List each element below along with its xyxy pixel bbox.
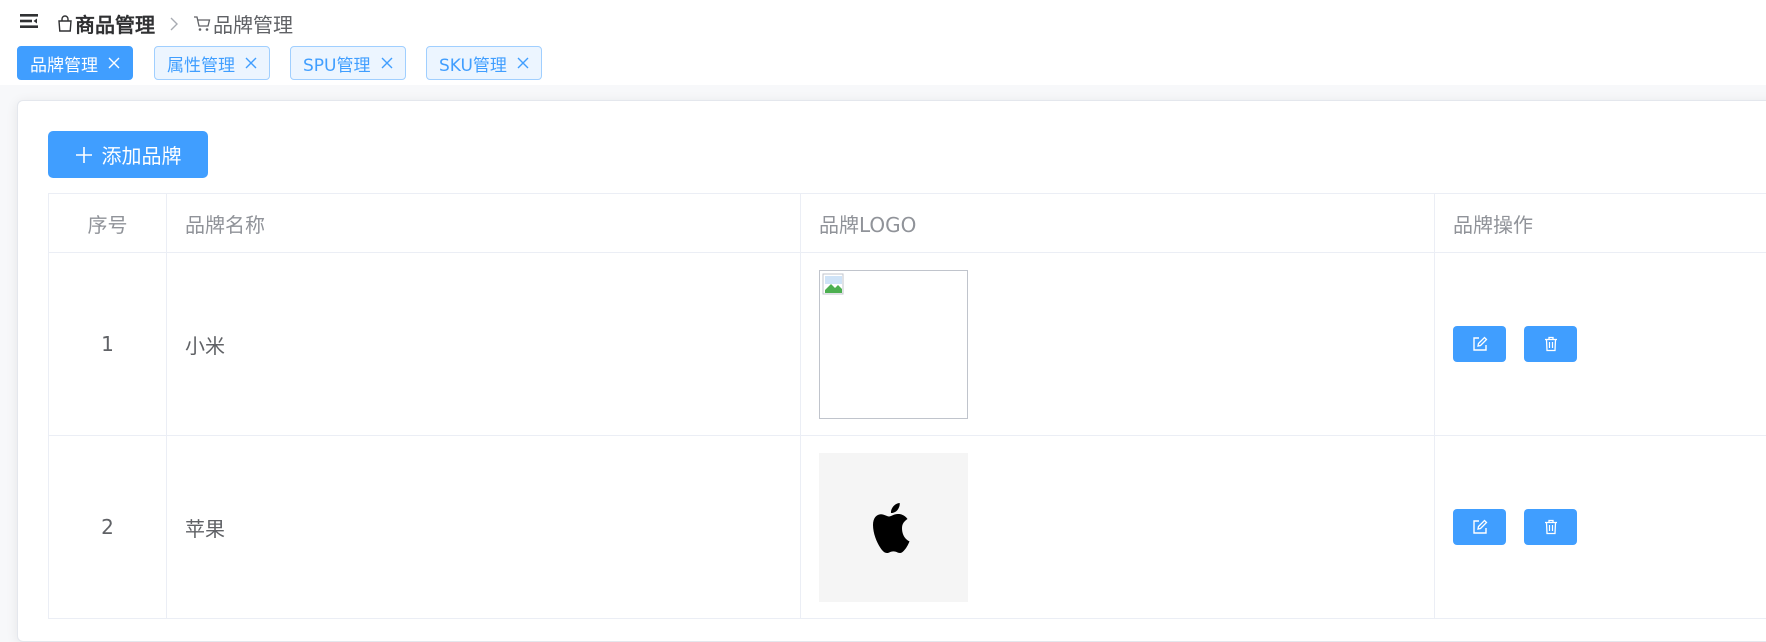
actions-cell [1435, 253, 1766, 435]
breadcrumb-label: 商品管理 [75, 13, 155, 37]
close-icon[interactable] [381, 57, 393, 69]
brand-table: 序号 品牌名称 品牌LOGO 品牌操作 1 小米 2 苹果 [48, 193, 1766, 619]
trash-icon [1544, 336, 1557, 352]
shopping-cart-icon [194, 16, 211, 31]
tab-sku-management[interactable]: SKU管理 [426, 46, 542, 80]
close-icon[interactable] [108, 57, 120, 69]
shopping-bag-icon [58, 15, 72, 32]
brand-name: 苹果 [167, 436, 801, 618]
brand-name: 小米 [167, 253, 801, 435]
breadcrumb: 商品管理 品牌管理 [57, 9, 293, 38]
chevron-right-icon [169, 17, 179, 31]
close-icon[interactable] [517, 57, 529, 69]
tab-spu-management[interactable]: SPU管理 [290, 46, 406, 80]
tab-label: SKU管理 [439, 55, 507, 76]
trash-icon [1544, 519, 1557, 535]
delete-button[interactable] [1524, 509, 1577, 545]
actions-cell [1435, 436, 1766, 618]
breadcrumb-item-goods[interactable]: 商品管理 [57, 9, 155, 38]
table-header-row: 序号 品牌名称 品牌LOGO 品牌操作 [49, 194, 1766, 253]
row-index: 2 [49, 436, 167, 618]
breadcrumb-label: 品牌管理 [213, 13, 293, 37]
column-header-index: 序号 [49, 194, 167, 252]
tab-label: SPU管理 [303, 55, 371, 76]
plus-icon [75, 146, 92, 163]
close-icon[interactable] [245, 57, 257, 69]
column-header-actions: 品牌操作 [1435, 194, 1766, 252]
add-brand-label: 添加品牌 [101, 144, 182, 168]
tab-attribute-management[interactable]: 属性管理 [154, 46, 270, 80]
tab-label: 品牌管理 [30, 55, 98, 76]
edit-icon [1472, 336, 1487, 351]
breadcrumb-item-brand: 品牌管理 [193, 9, 293, 38]
top-bar: 商品管理 品牌管理 [0, 0, 1766, 41]
column-header-name: 品牌名称 [167, 194, 801, 252]
logo-cell [801, 436, 1435, 618]
tab-bar: 品牌管理 属性管理 SPU管理 SKU管理 [0, 41, 1766, 85]
tab-label: 属性管理 [167, 55, 235, 76]
edit-icon [1472, 519, 1487, 534]
table-row: 2 苹果 [49, 436, 1766, 619]
column-header-logo: 品牌LOGO [801, 194, 1435, 252]
logo-cell [801, 253, 1435, 435]
menu-fold-icon[interactable] [20, 13, 38, 29]
apple-logo-icon [819, 452, 968, 602]
delete-button[interactable] [1524, 326, 1577, 362]
table-row: 1 小米 [49, 253, 1766, 436]
row-index: 1 [49, 253, 167, 435]
tab-brand-management[interactable]: 品牌管理 [17, 46, 133, 80]
edit-button[interactable] [1453, 326, 1506, 362]
broken-image-icon [819, 269, 968, 419]
add-brand-button[interactable]: 添加品牌 [48, 131, 208, 178]
edit-button[interactable] [1453, 509, 1506, 545]
